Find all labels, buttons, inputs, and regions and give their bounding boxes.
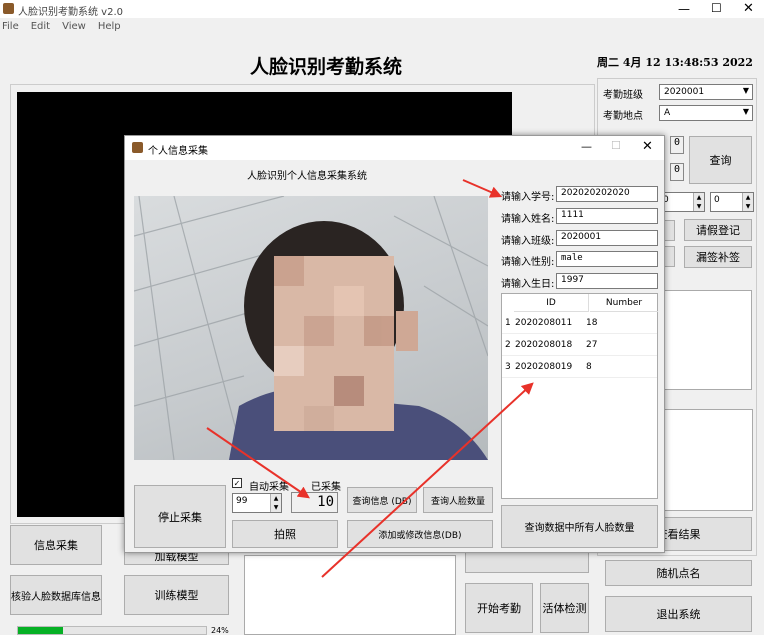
dialog-heading: 人脸识别个人信息采集系统 xyxy=(247,171,367,182)
spin-value: 0 xyxy=(714,195,720,205)
gender-field[interactable]: male xyxy=(556,251,658,267)
query-all-count-button[interactable]: 查询数据中所有人脸数量 xyxy=(501,505,658,548)
chevron-down-icon: ▼ xyxy=(742,107,749,116)
collected-count-display: 10 xyxy=(291,492,338,513)
row-index: 2 xyxy=(505,340,511,350)
class-select[interactable]: 2020001 ▼ xyxy=(659,84,753,100)
datetime-display: 周二 4月 12 13:48:53 2022 xyxy=(597,56,753,69)
minimize-icon[interactable]: — xyxy=(581,140,592,153)
leave-button[interactable]: 请假登记 xyxy=(684,219,752,241)
main-heading: 人脸识别考勤系统 xyxy=(250,56,403,78)
table-header-id[interactable]: ID xyxy=(514,294,589,312)
class-field[interactable]: 2020001 xyxy=(556,230,658,246)
menu-edit[interactable]: Edit xyxy=(31,21,50,32)
info-collect-button[interactable]: 信息采集 xyxy=(10,525,102,565)
minimize-icon[interactable]: — xyxy=(678,2,690,16)
train-model-button[interactable]: 训练模型 xyxy=(124,575,229,615)
app-icon xyxy=(3,3,14,14)
gender-label: 请输入性别: xyxy=(501,257,555,268)
row-id: 2020208011 xyxy=(515,318,573,328)
student-id-field[interactable]: 202020202020 xyxy=(556,186,658,202)
menu-file[interactable]: File xyxy=(2,21,19,32)
photo-button[interactable]: 拍照 xyxy=(232,520,338,548)
row-number: 27 xyxy=(586,340,598,350)
result-panel xyxy=(659,290,752,390)
webcam-image xyxy=(134,196,488,460)
auto-collect-spin[interactable]: 99 ▲ ▼ xyxy=(232,493,282,513)
collected-label: 已采集 xyxy=(311,482,341,493)
name-field[interactable]: 1111 xyxy=(556,208,658,224)
row-number: 18 xyxy=(586,318,598,328)
main-titlebar: 人脸识别考勤系统 v2.0 — ☐ ✕ xyxy=(0,0,764,18)
spin-arrows-icon[interactable]: ▲ ▼ xyxy=(270,494,281,512)
student-id-label: 请输入学号: xyxy=(501,192,555,203)
location-select[interactable]: A ▼ xyxy=(659,105,753,121)
stop-collect-button[interactable]: 停止采集 xyxy=(134,485,226,548)
class-select-value: 2020001 xyxy=(664,87,705,97)
table-row[interactable]: 3 2020208019 8 xyxy=(502,356,657,378)
table-row[interactable]: 2 2020208018 27 xyxy=(502,334,657,356)
progress-bar xyxy=(17,626,207,635)
spin-arrows-icon[interactable]: ▲ ▼ xyxy=(693,193,704,211)
row-id: 2020208019 xyxy=(515,362,573,372)
info-dialog: 个人信息采集 — ☐ ✕ 人脸识别个人信息采集系统 请输入学号: 2020202… xyxy=(124,135,665,553)
dialog-titlebar: 个人信息采集 — ☐ ✕ xyxy=(125,136,664,160)
table-header-number[interactable]: Number xyxy=(590,294,658,312)
row-index: 1 xyxy=(505,318,511,328)
dialog-title: 个人信息采集 xyxy=(148,146,208,157)
exit-button[interactable]: 退出系统 xyxy=(605,596,752,632)
menu-view[interactable]: View xyxy=(62,21,86,32)
query-face-count-button[interactable]: 查询人脸数量 xyxy=(423,487,493,513)
add-modify-button[interactable]: 添加或修改信息(DB) xyxy=(347,520,493,548)
close-icon[interactable]: ✕ xyxy=(743,1,754,16)
dialog-app-icon xyxy=(132,142,143,153)
makeup-button[interactable]: 漏签补签 xyxy=(684,246,752,268)
auto-collect-label: 自动采集 xyxy=(249,482,289,493)
query-info-button[interactable]: 查询信息 (DB) xyxy=(347,487,417,513)
name-label: 请输入姓名: xyxy=(501,214,555,225)
progress-percent: 24% xyxy=(211,626,229,635)
start-attendance-button[interactable]: 开始考勤 xyxy=(465,583,533,633)
spin-field[interactable]: 0 ▲ ▼ xyxy=(710,192,754,212)
menu-bar: File Edit View Help xyxy=(2,21,133,35)
chevron-down-icon: ▼ xyxy=(742,86,749,95)
lcd-display: 0 xyxy=(670,136,684,154)
maximize-icon[interactable]: ☐ xyxy=(711,1,722,15)
liveness-button[interactable]: 活体检测 xyxy=(540,583,589,633)
row-number: 8 xyxy=(586,362,592,372)
window-title: 人脸识别考勤系统 v2.0 xyxy=(18,7,123,18)
birthday-field[interactable]: 1997 xyxy=(556,273,658,289)
location-label: 考勤地点 xyxy=(603,111,643,122)
menu-help[interactable]: Help xyxy=(98,21,121,32)
query-button[interactable]: 查询 xyxy=(689,136,752,184)
lcd-display: 0 xyxy=(670,163,684,181)
class-label: 请输入班级: xyxy=(501,236,555,247)
auto-collect-checkbox[interactable]: ✓ xyxy=(232,478,242,488)
random-call-button[interactable]: 随机点名 xyxy=(605,560,752,586)
class-label: 考勤班级 xyxy=(603,90,643,101)
close-icon[interactable]: ✕ xyxy=(642,139,653,154)
spin-arrows-icon[interactable]: ▲ ▼ xyxy=(742,193,753,211)
birthday-label: 请输入生日: xyxy=(501,279,555,290)
spin-field[interactable]: 0 ▲ ▼ xyxy=(659,192,705,212)
verify-db-button[interactable]: 核验人脸数据库信息 xyxy=(10,575,102,615)
spin-value: 99 xyxy=(236,496,248,506)
table-row[interactable]: 1 2020208011 18 xyxy=(502,312,657,334)
middle-panel xyxy=(244,555,456,635)
location-select-value: A xyxy=(664,108,671,118)
row-index: 3 xyxy=(505,362,511,372)
data-table[interactable]: ID Number 1 2020208011 18 2 2020208018 2… xyxy=(501,293,658,499)
maximize-icon[interactable]: ☐ xyxy=(611,139,621,152)
row-id: 2020208018 xyxy=(515,340,573,350)
